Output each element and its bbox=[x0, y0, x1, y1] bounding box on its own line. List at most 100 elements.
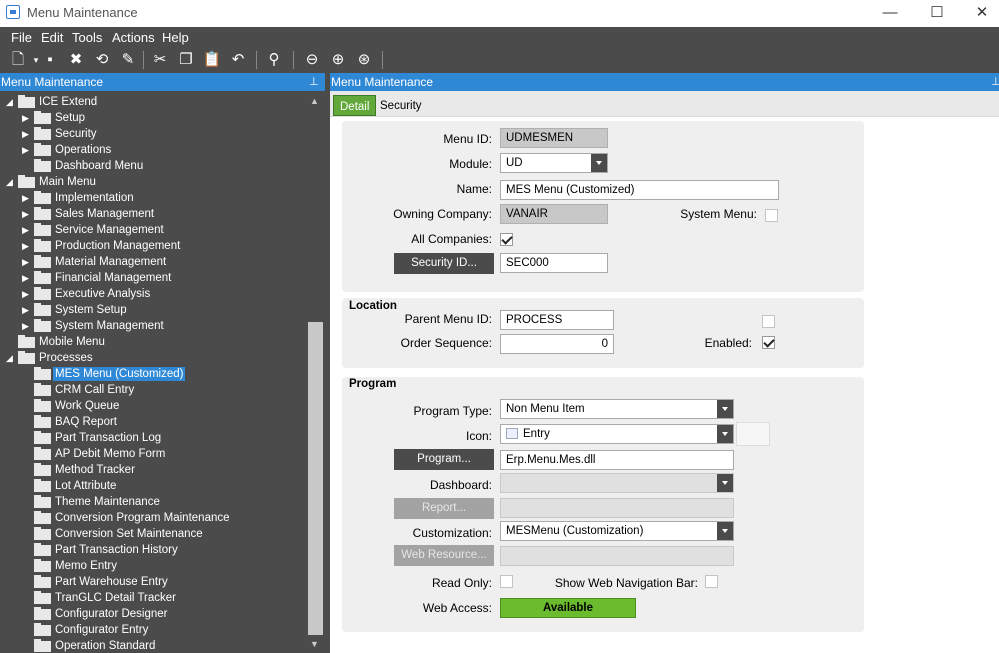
collapsed-arrow-icon[interactable]: ▶ bbox=[22, 209, 30, 219]
binoculars-icon[interactable]: ⚲ bbox=[264, 51, 284, 69]
web-access-status: Available bbox=[500, 598, 636, 618]
tree-node-label: ICE Extend bbox=[39, 96, 98, 108]
folder-icon bbox=[34, 591, 51, 604]
folder-icon bbox=[34, 399, 51, 412]
detail-panel-header: Menu Maintenance ⊥ bbox=[330, 73, 999, 91]
program-type-select[interactable]: Non Menu Item bbox=[500, 399, 734, 419]
collapsed-arrow-icon[interactable]: ▶ bbox=[22, 225, 30, 235]
close-button[interactable]: ✕ bbox=[972, 3, 992, 23]
maximize-button[interactable]: ☐ bbox=[927, 3, 947, 23]
scroll-down-icon[interactable]: ▼ bbox=[310, 639, 319, 649]
back-icon[interactable]: ⊖ bbox=[302, 51, 322, 69]
customization-label: Customization: bbox=[412, 526, 492, 540]
tree-node-label: Conversion Program Maintenance bbox=[55, 512, 230, 524]
pin-icon[interactable]: ⊥ bbox=[991, 75, 999, 88]
enabled-checkbox[interactable] bbox=[762, 336, 775, 349]
icon-select[interactable]: Entry bbox=[500, 424, 734, 444]
system-menu-checkbox[interactable] bbox=[765, 209, 778, 222]
location-checkbox[interactable] bbox=[762, 315, 775, 328]
customization-select[interactable]: MESMenu (Customization) bbox=[500, 521, 734, 541]
menu-actions[interactable]: Actions bbox=[112, 30, 155, 45]
collapsed-arrow-icon[interactable]: ▶ bbox=[22, 145, 30, 155]
folder-icon bbox=[34, 575, 51, 588]
copy-icon[interactable]: ❐ bbox=[176, 51, 196, 69]
collapsed-arrow-icon[interactable]: ▶ bbox=[22, 241, 30, 251]
web-resource-button[interactable]: Web Resource... bbox=[394, 545, 494, 566]
security-id-field[interactable]: SEC000 bbox=[500, 253, 608, 273]
folder-icon bbox=[34, 415, 51, 428]
expanded-arrow-icon[interactable]: ◢ bbox=[6, 177, 14, 187]
tab-security[interactable]: Security bbox=[374, 95, 428, 116]
name-label: Name: bbox=[456, 182, 492, 196]
tree-scrollbar-thumb[interactable] bbox=[308, 322, 323, 635]
chevron-down-icon[interactable] bbox=[717, 425, 733, 443]
folder-icon bbox=[34, 623, 51, 636]
tree-node-label: Work Queue bbox=[55, 400, 120, 412]
module-select[interactable]: UD bbox=[500, 153, 608, 173]
pin-icon[interactable]: ⊥ bbox=[309, 75, 319, 88]
collapsed-arrow-icon[interactable]: ▶ bbox=[22, 321, 30, 331]
tab-detail[interactable]: Detail bbox=[333, 95, 377, 116]
folder-icon bbox=[34, 639, 51, 652]
refresh-icon[interactable]: ⟲ bbox=[92, 51, 112, 69]
security-id-button[interactable]: Security ID... bbox=[394, 253, 494, 274]
collapsed-arrow-icon[interactable]: ▶ bbox=[22, 193, 30, 203]
folder-icon bbox=[34, 367, 51, 380]
tree-node-label: System Management bbox=[55, 320, 164, 332]
title-bar: Menu Maintenance — ☐ ✕ bbox=[0, 0, 999, 27]
folder-icon bbox=[34, 527, 51, 540]
location-group bbox=[342, 298, 864, 368]
name-field[interactable]: MES Menu (Customized) bbox=[500, 180, 779, 200]
report-button[interactable]: Report... bbox=[394, 498, 494, 519]
collapsed-arrow-icon[interactable]: ▶ bbox=[22, 257, 30, 267]
tree-panel-header: Menu Maintenance ⊥ bbox=[0, 73, 325, 91]
menu-tools[interactable]: Tools bbox=[72, 30, 102, 45]
undo-icon[interactable]: ↶ bbox=[228, 51, 248, 69]
collapsed-arrow-icon[interactable]: ▶ bbox=[22, 305, 30, 315]
program-field[interactable]: Erp.Menu.Mes.dll bbox=[500, 450, 734, 470]
dashboard-select[interactable] bbox=[500, 473, 734, 493]
parent-menu-id-field[interactable]: PROCESS bbox=[500, 310, 614, 330]
collapsed-arrow-icon[interactable]: ▶ bbox=[22, 129, 30, 139]
expanded-arrow-icon[interactable]: ◢ bbox=[6, 353, 14, 363]
chevron-down-icon[interactable] bbox=[591, 154, 607, 172]
save-icon[interactable]: ▪ bbox=[40, 51, 60, 69]
cut-icon[interactable]: ✂ bbox=[150, 51, 170, 69]
menu-file[interactable]: File bbox=[11, 30, 32, 45]
menu-edit[interactable]: Edit bbox=[41, 30, 63, 45]
show-web-nav-checkbox[interactable] bbox=[705, 575, 718, 588]
all-companies-checkbox[interactable] bbox=[500, 233, 513, 246]
expanded-arrow-icon[interactable]: ◢ bbox=[6, 97, 14, 107]
folder-icon bbox=[34, 255, 51, 268]
clear-icon[interactable]: ✎ bbox=[118, 51, 138, 69]
folder-icon bbox=[34, 511, 51, 524]
module-label: Module: bbox=[449, 157, 492, 171]
menu-help[interactable]: Help bbox=[162, 30, 189, 45]
program-button[interactable]: Program... bbox=[394, 449, 494, 470]
folder-icon bbox=[34, 495, 51, 508]
delete-icon[interactable]: ✖ bbox=[66, 51, 86, 69]
collapsed-arrow-icon[interactable]: ▶ bbox=[22, 273, 30, 283]
folder-icon bbox=[34, 319, 51, 332]
chevron-down-icon[interactable] bbox=[717, 522, 733, 540]
read-only-checkbox[interactable] bbox=[500, 575, 513, 588]
folder-icon bbox=[34, 479, 51, 492]
forward-icon[interactable]: ⊕ bbox=[328, 51, 348, 69]
order-sequence-label: Order Sequence: bbox=[400, 336, 492, 350]
minimize-button[interactable]: — bbox=[880, 3, 900, 23]
chevron-down-icon[interactable] bbox=[717, 400, 733, 418]
chevron-down-icon[interactable] bbox=[717, 474, 733, 492]
home-icon[interactable]: ⊛ bbox=[354, 51, 374, 69]
tree-node-label: Security bbox=[55, 128, 97, 140]
folder-icon bbox=[34, 143, 51, 156]
collapsed-arrow-icon[interactable]: ▶ bbox=[22, 289, 30, 299]
tree-node-label: Main Menu bbox=[39, 176, 96, 188]
scroll-up-icon[interactable]: ▲ bbox=[310, 96, 319, 106]
tree-node-label: Executive Analysis bbox=[55, 288, 151, 300]
collapsed-arrow-icon[interactable]: ▶ bbox=[22, 113, 30, 123]
new-icon[interactable]: 🗋 bbox=[8, 51, 28, 69]
paste-icon[interactable]: 📋 bbox=[202, 51, 222, 69]
menu-tree[interactable]: ◢ ICE Extend ▶ Setup ▶ Security ▶ Operations Das… bbox=[0, 91, 325, 653]
order-sequence-field[interactable]: 0 bbox=[500, 334, 614, 354]
tree-node-label: Operations bbox=[55, 144, 112, 156]
